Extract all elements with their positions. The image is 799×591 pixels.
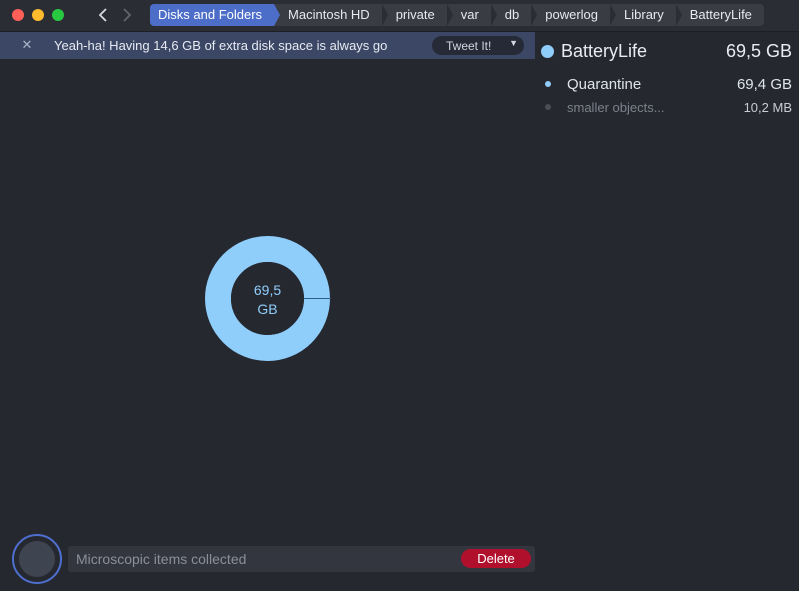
delete-button[interactable]: Delete xyxy=(461,549,531,568)
back-button[interactable] xyxy=(94,5,112,25)
maximize-window-button[interactable] xyxy=(52,9,64,21)
collected-status-text: Microscopic items collected xyxy=(76,551,247,567)
item-color-dot xyxy=(545,104,551,110)
list-item[interactable]: smaller objects... 10,2 MB xyxy=(540,98,792,116)
tweet-button-label: Tweet It! xyxy=(446,38,492,53)
minimize-window-button[interactable] xyxy=(32,9,44,21)
breadcrumb-item-disks-and-folders[interactable]: Disks and Folders xyxy=(150,4,281,26)
breadcrumb-item-var[interactable]: var xyxy=(447,4,497,26)
item-color-dot xyxy=(545,81,551,87)
breadcrumb-item-db[interactable]: db xyxy=(491,4,538,26)
donut-size-unit: GB xyxy=(257,301,278,317)
tweet-button[interactable]: Tweet It! ▼ xyxy=(432,36,524,55)
banner-message: Yeah-ha! Having 14,6 GB of extra disk sp… xyxy=(54,38,388,53)
selected-folder-size: 69,5 GB xyxy=(725,40,792,61)
list-item[interactable]: Quarantine 69,4 GB xyxy=(540,74,792,94)
donut-center-label: 69,5 GB xyxy=(204,281,331,319)
selected-folder-name: BatteryLife xyxy=(561,40,648,61)
folder-color-dot xyxy=(541,44,554,58)
item-name: Quarantine xyxy=(567,75,642,93)
breadcrumb: Disks and Folders Macintosh HD private v… xyxy=(150,4,764,26)
chevron-left-icon xyxy=(98,8,107,22)
forward-button[interactable] xyxy=(118,5,136,25)
item-name: smaller objects... xyxy=(567,99,665,115)
breadcrumb-item-library[interactable]: Library xyxy=(610,4,682,26)
breadcrumb-item-powerlog[interactable]: powerlog xyxy=(531,4,616,26)
donut-size-value: 69,5 xyxy=(253,282,282,298)
collector-button[interactable] xyxy=(12,534,62,584)
item-size: 10,2 MB xyxy=(743,99,792,115)
close-banner-icon[interactable]: ✕ xyxy=(20,37,34,53)
selected-folder-row[interactable]: BatteryLife 69,5 GB xyxy=(540,39,792,63)
breadcrumb-item-batterylife[interactable]: BatteryLife xyxy=(676,4,764,26)
collector-drop-area xyxy=(19,541,55,577)
chevron-right-icon xyxy=(123,8,132,22)
item-size: 69,4 GB xyxy=(736,75,792,93)
collector-bar: Microscopic items collected Delete xyxy=(68,546,535,572)
promo-banner: ✕ Yeah-ha! Having 14,6 GB of extra disk … xyxy=(0,32,535,59)
title-bar: Disks and Folders Macintosh HD private v… xyxy=(0,0,799,32)
dropdown-arrow-icon[interactable]: ▼ xyxy=(509,38,518,48)
breadcrumb-item-macintosh-hd[interactable]: Macintosh HD xyxy=(274,4,388,26)
breadcrumb-item-private[interactable]: private xyxy=(382,4,453,26)
close-window-button[interactable] xyxy=(12,9,24,21)
